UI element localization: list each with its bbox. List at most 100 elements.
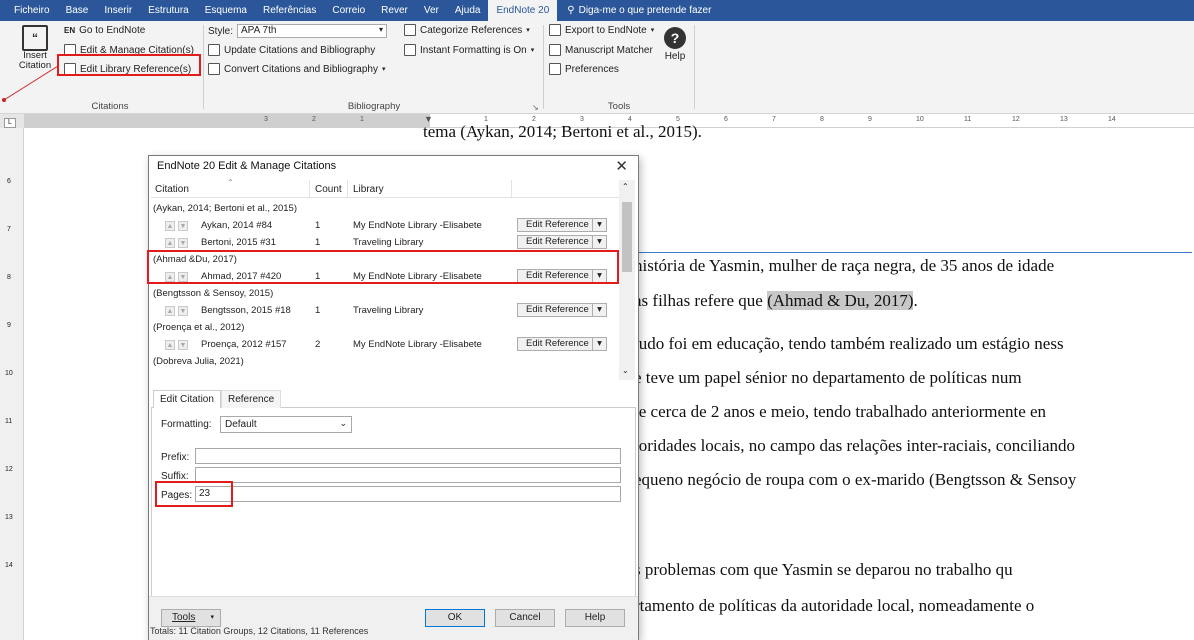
dialog-launcher-icon[interactable]: ↘ <box>532 103 539 112</box>
citation-item-row[interactable]: ▲ ▼ Bengtsson, 2015 #18 1 Traveling Libra… <box>151 302 621 319</box>
citation-item-row[interactable]: ▲ ▼ Aykan, 2014 #84 1 My EndNote Library … <box>151 217 621 234</box>
ok-button[interactable]: OK <box>425 609 485 627</box>
tab-reference[interactable]: Reference <box>221 390 282 408</box>
style-select[interactable]: APA 7th ▾ <box>237 24 388 38</box>
go-to-endnote-button[interactable]: EN Go to EndNote <box>64 25 145 36</box>
move-down-icon[interactable]: ▼ <box>178 340 188 350</box>
tab-edit-citation[interactable]: Edit Citation <box>153 390 221 408</box>
export-to-endnote-button[interactable]: Export to EndNote ▾ <box>549 24 654 36</box>
tab-ver[interactable]: Ver <box>416 0 447 21</box>
formatting-select[interactable]: Default ⌄ <box>220 416 352 433</box>
help-dialog-button[interactable]: Help <box>565 609 625 627</box>
tools-dropdown-button[interactable]: Tools ▾ <box>161 609 221 627</box>
help-button[interactable]: ? Help <box>664 27 686 62</box>
ruler-number: 3 <box>264 116 268 123</box>
citation-list-scrollbar[interactable]: ⌃ ⌄ <box>619 180 635 380</box>
tab-selector[interactable]: L <box>4 118 16 128</box>
scroll-down-icon[interactable]: ⌄ <box>622 366 629 375</box>
column-divider <box>347 180 348 198</box>
move-down-icon[interactable]: ▼ <box>178 221 188 231</box>
edit-manage-citations-dialog: EndNote 20 Edit & Manage Citations ✕ Cit… <box>147 155 639 640</box>
move-down-icon[interactable]: ▼ <box>178 306 188 316</box>
ruler-number: 14 <box>5 562 13 569</box>
edit-reference-button[interactable]: Edit Reference ▾ <box>517 235 607 249</box>
insert-citation-icon: “ <box>22 25 48 51</box>
categorize-references-button[interactable]: Categorize References ▾ <box>404 24 530 36</box>
citation-library: My EndNote Library -Elisabete <box>353 339 482 350</box>
export-icon <box>549 24 561 36</box>
doc-line: e teve um papel sénior no departamento d… <box>634 368 1022 387</box>
citation-name: Aykan, 2014 #84 <box>201 220 273 231</box>
citation-group-row[interactable]: (Dobreva Julia, 2021) <box>151 353 621 370</box>
tab-ficheiro[interactable]: Ficheiro <box>6 0 58 21</box>
highlighted-citation[interactable]: (Ahmad & Du, 2017) <box>767 291 914 310</box>
move-up-icon[interactable]: ▲ <box>165 221 175 231</box>
endnote-icon: EN <box>64 26 76 35</box>
edit-reference-button[interactable]: Edit Reference ▾ <box>517 337 607 351</box>
dropdown-arrow-icon[interactable]: ▾ <box>592 338 606 350</box>
dropdown-arrow-icon[interactable]: ▾ <box>592 304 606 316</box>
pages-field[interactable]: 23 <box>195 486 621 502</box>
citation-group-row[interactable]: (Aykan, 2014; Bertoni et al., 2015) <box>151 200 621 217</box>
tab-correio[interactable]: Correio <box>324 0 373 21</box>
highlight-box-pages <box>155 481 233 507</box>
edit-reference-button[interactable]: Edit Reference ▾ <box>517 303 607 317</box>
doc-line-with-citation: as filhas refere que (Ahmad & Du, 2017). <box>634 291 918 311</box>
tab-base[interactable]: Base <box>58 0 97 21</box>
edit-reference-label: Edit Reference <box>526 304 589 315</box>
instant-formatting-button[interactable]: Instant Formatting is On ▾ <box>404 44 534 56</box>
move-down-icon[interactable]: ▼ <box>178 238 188 248</box>
sort-arrow-icon: ⌃ <box>227 178 234 187</box>
doc-line: tudo foi em educação, tendo também reali… <box>634 334 1064 353</box>
cancel-button[interactable]: Cancel <box>495 609 555 627</box>
column-header-citation[interactable]: Citation <box>155 184 189 195</box>
citation-group-row[interactable]: (Bengtsson & Sensoy, 2015) <box>151 285 621 302</box>
suffix-field[interactable] <box>195 467 621 483</box>
citation-library: My EndNote Library -Elisabete <box>353 220 482 231</box>
ruler-number: 7 <box>772 116 776 123</box>
tell-me-box[interactable]: ⚲ Diga-me o que pretende fazer <box>557 5 711 16</box>
dropdown-arrow-icon: ▾ <box>650 27 655 34</box>
tab-estrutura[interactable]: Estrutura <box>140 0 197 21</box>
citation-group-row[interactable]: (Proença et al., 2012) <box>151 319 621 336</box>
scroll-up-icon[interactable]: ⌃ <box>622 182 629 191</box>
scrollbar-thumb[interactable] <box>622 202 632 272</box>
ruler-number: 13 <box>5 514 13 521</box>
move-up-icon[interactable]: ▲ <box>165 238 175 248</box>
tab-esquema[interactable]: Esquema <box>197 0 255 21</box>
column-header-count[interactable]: Count <box>315 184 342 195</box>
move-up-icon[interactable]: ▲ <box>165 340 175 350</box>
ruler-margin <box>24 114 430 128</box>
totals-status: Totals: 11 Citation Groups, 12 Citations… <box>150 626 369 636</box>
tab-rever[interactable]: Rever <box>373 0 416 21</box>
dropdown-arrow-icon[interactable]: ▾ <box>592 236 606 248</box>
formatting-label: Formatting: <box>161 419 212 430</box>
close-icon[interactable]: ✕ <box>615 157 628 175</box>
update-citations-button[interactable]: Update Citations and Bibliography <box>208 44 375 56</box>
doc-line-text: as filhas refere que <box>634 291 768 310</box>
ribbon: “ Insert Citation EN Go to EndNote Edit … <box>0 21 1194 114</box>
citation-editor-tabs: Edit Citation Reference <box>151 390 636 408</box>
tab-inserir[interactable]: Inserir <box>96 0 140 21</box>
citation-group-label: (Proença et al., 2012) <box>153 322 245 333</box>
citation-name: Bertoni, 2015 #31 <box>201 237 277 248</box>
tab-referencias[interactable]: Referências <box>255 0 324 21</box>
preferences-button[interactable]: Preferences <box>549 63 619 75</box>
vertical-ruler[interactable]: 6 7 8 9 10 11 12 13 14 <box>0 128 24 640</box>
dropdown-arrow-icon[interactable]: ▾ <box>592 219 606 231</box>
citation-list: (Aykan, 2014; Bertoni et al., 2015) ▲ ▼ A… <box>151 200 621 380</box>
move-up-icon[interactable]: ▲ <box>165 306 175 316</box>
edit-reference-button[interactable]: Edit Reference ▾ <box>517 218 607 232</box>
instant-formatting-icon <box>404 44 416 56</box>
manuscript-matcher-button[interactable]: Manuscript Matcher <box>549 44 653 56</box>
tab-endnote[interactable]: EndNote 20 <box>488 0 558 21</box>
convert-citations-button[interactable]: Convert Citations and Bibliography ▾ <box>208 63 386 75</box>
prefix-field[interactable] <box>195 448 621 464</box>
lightbulb-icon: ⚲ <box>567 5 575 16</box>
column-header-library[interactable]: Library <box>353 184 384 195</box>
citation-group-label: (Dobreva Julia, 2021) <box>153 356 244 367</box>
ruler-number: 12 <box>5 466 13 473</box>
tab-ajuda[interactable]: Ajuda <box>447 0 489 21</box>
citation-item-row[interactable]: ▲ ▼ Bertoni, 2015 #31 1 Traveling Library… <box>151 234 621 251</box>
citation-item-row[interactable]: ▲ ▼ Proença, 2012 #157 2 My EndNote Libra… <box>151 336 621 353</box>
